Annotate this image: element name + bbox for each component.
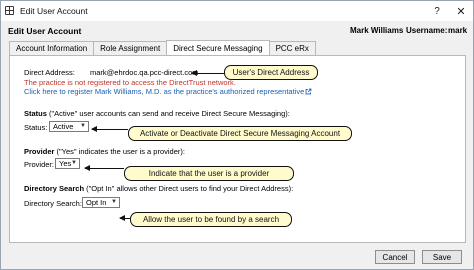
tab-role-assignment[interactable]: Role Assignment xyxy=(93,41,168,55)
callout-directory-search: Allow the user to be found by a search xyxy=(130,212,292,227)
callout-direct-address-arrow xyxy=(191,69,224,76)
tab-direct-secure-messaging[interactable]: Direct Secure Messaging xyxy=(166,40,270,55)
direct-address-label: Direct Address: xyxy=(24,68,75,77)
page-title: Edit User Account xyxy=(8,26,82,36)
not-registered-notice: The practice is not registered to access… xyxy=(24,78,236,87)
tab-pcc-erx[interactable]: PCC eRx xyxy=(268,41,316,55)
provider-heading: Provider ("Yes" indicates the user is a … xyxy=(24,147,185,156)
provider-heading-rest: ("Yes" indicates the user is a provider)… xyxy=(54,147,185,156)
status-heading-rest: ("Active" user accounts can send and rec… xyxy=(46,109,290,118)
callout-directory-arrow xyxy=(119,214,130,221)
status-select[interactable]: Active ▼ xyxy=(49,121,89,132)
directory-search-label: Directory Search: xyxy=(24,199,82,208)
app-window-icon xyxy=(5,6,14,15)
register-representative-link[interactable]: Click here to register Mark Williams, M.… xyxy=(24,87,304,96)
external-link-icon xyxy=(305,88,312,95)
callout-direct-address-text: User's Direct Address xyxy=(232,68,310,77)
status-select-value: Active xyxy=(53,122,74,131)
callout-directory-text: Allow the user to be found by a search xyxy=(142,215,280,224)
directory-search-select-value: Opt In xyxy=(86,198,107,207)
chevron-down-icon: ▼ xyxy=(80,123,86,129)
footer-bar: Cancel Save xyxy=(1,245,473,269)
direct-address-value: mark@ehrdoc.qa.pcc-direct.com xyxy=(90,68,199,77)
username-value: mark xyxy=(448,26,468,35)
username-label: Username: xyxy=(406,26,448,35)
chevron-down-icon: ▼ xyxy=(111,199,117,205)
directory-search-select[interactable]: Opt In ▼ xyxy=(82,197,120,208)
callout-status-arrow xyxy=(91,125,128,132)
status-label: Status: xyxy=(24,123,48,132)
callout-provider: Indicate that the user is a provider xyxy=(124,166,294,181)
header-bar: Edit User Account Mark Williams Username… xyxy=(1,22,473,39)
callout-status: Activate or Deactivate Direct Secure Mes… xyxy=(128,126,352,141)
save-button[interactable]: Save xyxy=(422,250,462,264)
title-bar: Edit User Account ? ✕ xyxy=(1,1,473,21)
provider-select-value: Yes xyxy=(59,159,72,168)
callout-direct-address: User's Direct Address xyxy=(224,65,318,80)
provider-select[interactable]: Yes ▼ xyxy=(55,158,80,169)
help-button[interactable]: ? xyxy=(425,1,449,21)
tab-account-information[interactable]: Account Information xyxy=(9,41,95,55)
chevron-down-icon: ▼ xyxy=(71,160,77,166)
tab-strip: Account Information Role Assignment Dire… xyxy=(9,40,316,55)
directory-search-heading: Directory Search ("Opt In" allows other … xyxy=(24,184,293,193)
user-full-name: Mark Williams xyxy=(350,26,404,35)
status-heading: Status ("Active" user accounts can send … xyxy=(24,109,290,118)
directory-heading-rest: ("Opt In" allows other Direct users to f… xyxy=(84,184,294,193)
callout-provider-text: Indicate that the user is a provider xyxy=(148,169,270,178)
provider-label: Provider: xyxy=(24,160,55,169)
status-heading-bold: Status xyxy=(24,109,47,118)
close-button[interactable]: ✕ xyxy=(449,1,473,21)
provider-heading-bold: Provider xyxy=(24,147,55,156)
cancel-button[interactable]: Cancel xyxy=(375,250,415,264)
edit-user-account-window: Edit User Account ? ✕ Edit User Account … xyxy=(0,0,474,270)
callout-status-text: Activate or Deactivate Direct Secure Mes… xyxy=(139,129,341,138)
callout-provider-arrow xyxy=(84,164,124,171)
direct-secure-messaging-panel: Direct Address: mark@ehrdoc.qa.pcc-direc… xyxy=(9,55,466,243)
window-title: Edit User Account xyxy=(20,6,88,16)
register-link-row[interactable]: Click here to register Mark Williams, M.… xyxy=(24,87,312,96)
directory-heading-bold: Directory Search xyxy=(24,184,85,193)
